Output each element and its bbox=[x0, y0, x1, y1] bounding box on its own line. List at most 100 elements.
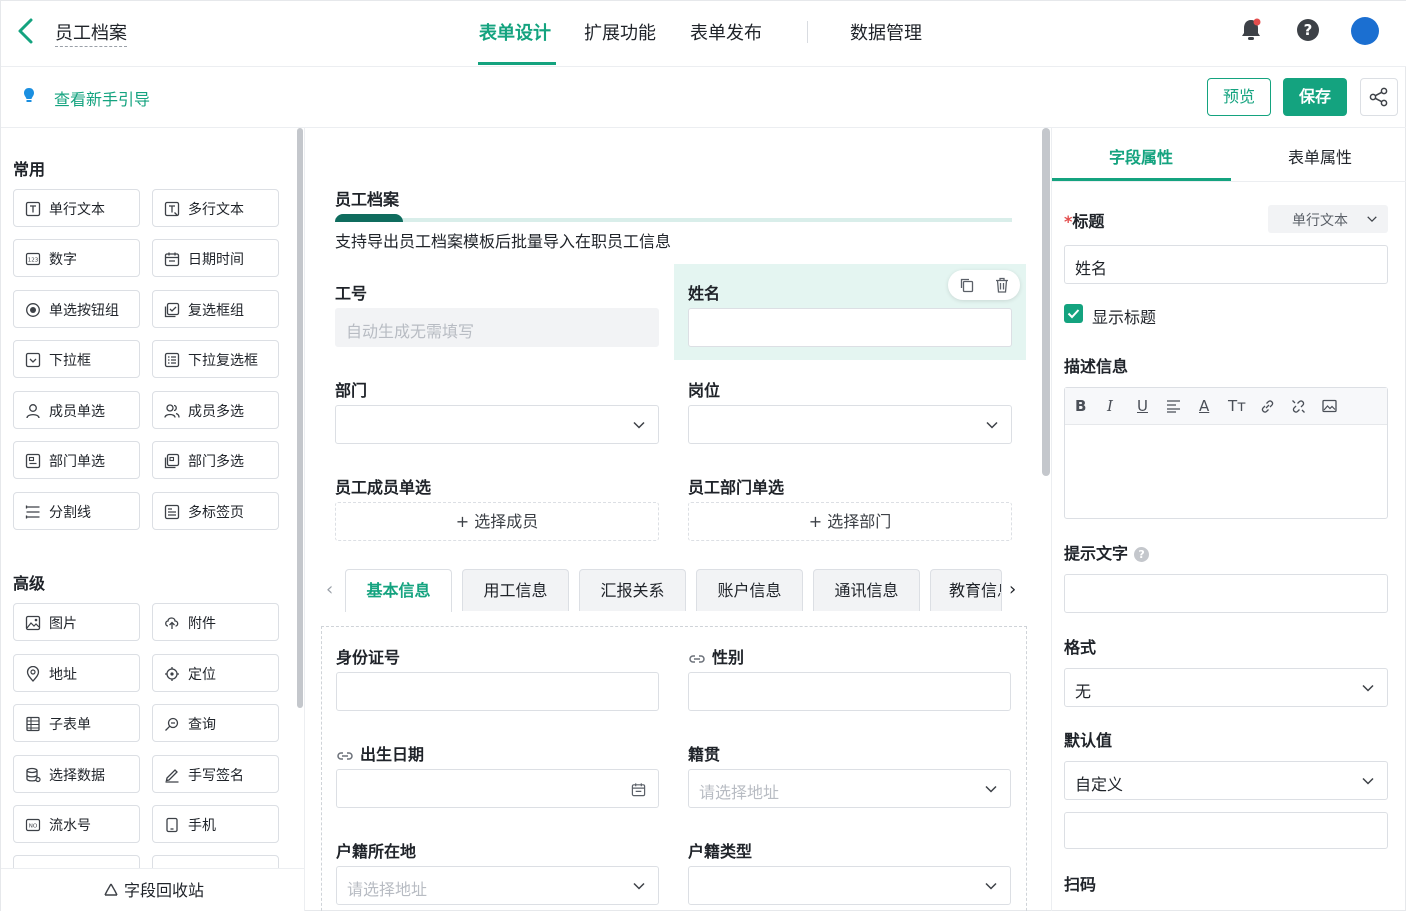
dept-select[interactable] bbox=[335, 405, 659, 444]
palette-scrollbar[interactable] bbox=[297, 128, 303, 708]
comp-dropdown-multi[interactable]: 下拉复选框 bbox=[152, 340, 279, 378]
trash-icon[interactable] bbox=[994, 277, 1010, 293]
app-title[interactable]: 员工档案 bbox=[55, 19, 127, 47]
bold-icon[interactable]: B bbox=[1075, 397, 1086, 415]
default-type-select[interactable]: 自定义 bbox=[1064, 761, 1388, 800]
comp-query[interactable]: 查询 bbox=[152, 704, 279, 742]
insert-image-icon[interactable] bbox=[1322, 399, 1337, 413]
canvas-scrollbar[interactable] bbox=[1042, 128, 1050, 476]
comp-label: 数字 bbox=[49, 252, 77, 268]
nav-tab-publish[interactable]: 表单发布 bbox=[690, 19, 762, 45]
comp-divider[interactable]: 分割线 bbox=[13, 492, 140, 530]
comp-number[interactable]: 123 数字 bbox=[13, 239, 140, 277]
underline-icon[interactable]: U bbox=[1137, 397, 1148, 415]
tab-account-info[interactable]: 账户信息 bbox=[696, 569, 803, 611]
comp-multi-line-text[interactable]: 多行文本 bbox=[152, 189, 279, 227]
comp-subform[interactable]: 子表单 bbox=[13, 704, 140, 742]
font-color-icon[interactable]: A bbox=[1199, 397, 1209, 415]
preview-button[interactable]: 预览 bbox=[1207, 78, 1271, 116]
field-label-gender: 性别 bbox=[688, 644, 744, 668]
show-title-label: 显示标题 bbox=[1092, 308, 1157, 327]
save-button[interactable]: 保存 bbox=[1283, 78, 1347, 116]
tab-basic-info[interactable]: 基本信息 bbox=[345, 569, 452, 612]
comp-multi-tab[interactable]: 多标签页 bbox=[152, 492, 279, 530]
avatar[interactable] bbox=[1351, 17, 1379, 45]
domicile-select[interactable]: 请选择地址 bbox=[336, 866, 659, 905]
tab-form-properties[interactable]: 表单属性 bbox=[1288, 144, 1352, 168]
beginner-guide-link[interactable]: 查看新手引导 bbox=[54, 86, 150, 110]
birth-date-input[interactable] bbox=[336, 769, 659, 808]
comp-location[interactable]: 定位 bbox=[152, 654, 279, 692]
tab-contact-info[interactable]: 通讯信息 bbox=[813, 569, 920, 611]
comp-member-single[interactable]: 成员单选 bbox=[13, 391, 140, 429]
comp-address[interactable]: 地址 bbox=[13, 654, 140, 692]
help-icon[interactable]: ? bbox=[1297, 19, 1319, 41]
name-input[interactable] bbox=[688, 308, 1012, 347]
default-value-input[interactable] bbox=[1064, 812, 1388, 849]
component-palette: 常用 单行文本 多行文本 123 数字 日期时间 单选按钮组 复选框组 下拉框 下… bbox=[1, 128, 305, 911]
comp-serial-number[interactable]: NO 流水号 bbox=[13, 805, 140, 843]
tab-reporting[interactable]: 汇报关系 bbox=[579, 569, 686, 611]
show-title-checkbox[interactable] bbox=[1064, 304, 1083, 323]
gender-input[interactable] bbox=[688, 672, 1011, 711]
comp-image[interactable]: 图片 bbox=[13, 603, 140, 641]
tab-education-info[interactable]: 教育信息 bbox=[930, 569, 1002, 611]
comp-datetime[interactable]: 日期时间 bbox=[152, 239, 279, 277]
domicile-type-select[interactable] bbox=[688, 866, 1011, 905]
comp-dropdown[interactable]: 下拉框 bbox=[13, 340, 140, 378]
native-place-select[interactable]: 请选择地址 bbox=[688, 769, 1011, 808]
top-bar: 员工档案 表单设计 扩展功能 表单发布 数据管理 ? bbox=[1, 1, 1406, 67]
comp-dept-single[interactable]: 部门单选 bbox=[13, 441, 140, 479]
nav-tab-form-design[interactable]: 表单设计 bbox=[479, 19, 551, 45]
tab-field-properties[interactable]: 字段属性 bbox=[1109, 144, 1173, 168]
field-recycle-bin[interactable]: 字段回收站 bbox=[1, 868, 304, 911]
comp-select-data[interactable]: 选择数据 bbox=[13, 755, 140, 793]
comp-signature[interactable]: 手写签名 bbox=[152, 755, 279, 793]
map-pin-icon bbox=[26, 666, 40, 682]
dropdown-multi-icon bbox=[164, 352, 180, 368]
comp-label: 下拉复选框 bbox=[188, 353, 258, 369]
bell-icon[interactable] bbox=[1239, 17, 1263, 43]
nav-tab-extensions[interactable]: 扩展功能 bbox=[584, 19, 656, 45]
help-icon[interactable]: ? bbox=[1134, 547, 1150, 562]
align-icon[interactable] bbox=[1166, 399, 1181, 413]
comp-phone[interactable]: 手机 bbox=[152, 805, 279, 843]
toolbar: 查看新手引导 预览 保存 bbox=[1, 67, 1406, 128]
comp-member-multi[interactable]: 成员多选 bbox=[152, 391, 279, 429]
italic-icon[interactable]: I bbox=[1107, 397, 1113, 415]
copy-icon[interactable] bbox=[959, 277, 975, 293]
description-editor[interactable]: B I U A Tт bbox=[1064, 387, 1388, 519]
select-member-button[interactable]: + 选择成员 bbox=[335, 502, 659, 541]
comp-attachment[interactable]: 附件 bbox=[152, 603, 279, 641]
comp-label: 日期时间 bbox=[188, 252, 244, 268]
unlink-icon[interactable] bbox=[1291, 399, 1306, 414]
comp-checkbox-group[interactable]: 复选框组 bbox=[152, 290, 279, 328]
field-type-select[interactable]: 单行文本 bbox=[1268, 205, 1388, 233]
field-label-name: 姓名 bbox=[688, 284, 721, 303]
link-icon bbox=[337, 751, 353, 760]
post-select[interactable] bbox=[688, 405, 1012, 444]
link-icon[interactable] bbox=[1260, 399, 1275, 414]
id-no-input[interactable] bbox=[336, 672, 659, 711]
back-icon[interactable] bbox=[15, 17, 37, 45]
nav-tab-data-management[interactable]: 数据管理 bbox=[850, 19, 922, 45]
comp-dept-multi[interactable]: 部门多选 bbox=[152, 441, 279, 479]
comp-radio-group[interactable]: 单选按钮组 bbox=[13, 290, 140, 328]
comp-label: 附件 bbox=[188, 616, 216, 632]
share-button[interactable] bbox=[1360, 78, 1398, 116]
tab-employment-info[interactable]: 用工信息 bbox=[462, 569, 569, 611]
font-size-icon[interactable]: Tт bbox=[1228, 397, 1246, 415]
comp-label: 多行文本 bbox=[188, 202, 244, 218]
search-icon bbox=[165, 717, 179, 731]
native-placeholder: 请选择地址 bbox=[699, 783, 780, 802]
comp-single-line-text[interactable]: 单行文本 bbox=[13, 189, 140, 227]
tab-scroll-right-icon[interactable]: › bbox=[1009, 579, 1016, 600]
format-select[interactable]: 无 bbox=[1064, 668, 1388, 707]
select-dept-button[interactable]: + 选择部门 bbox=[688, 502, 1012, 541]
hint-input[interactable] bbox=[1064, 574, 1388, 613]
title-input[interactable]: 姓名 bbox=[1064, 245, 1388, 284]
chevron-down-icon bbox=[1362, 777, 1374, 785]
number-icon: 123 bbox=[25, 252, 41, 266]
pen-icon bbox=[165, 769, 179, 783]
tab-scroll-left-icon[interactable]: ‹ bbox=[326, 579, 333, 600]
